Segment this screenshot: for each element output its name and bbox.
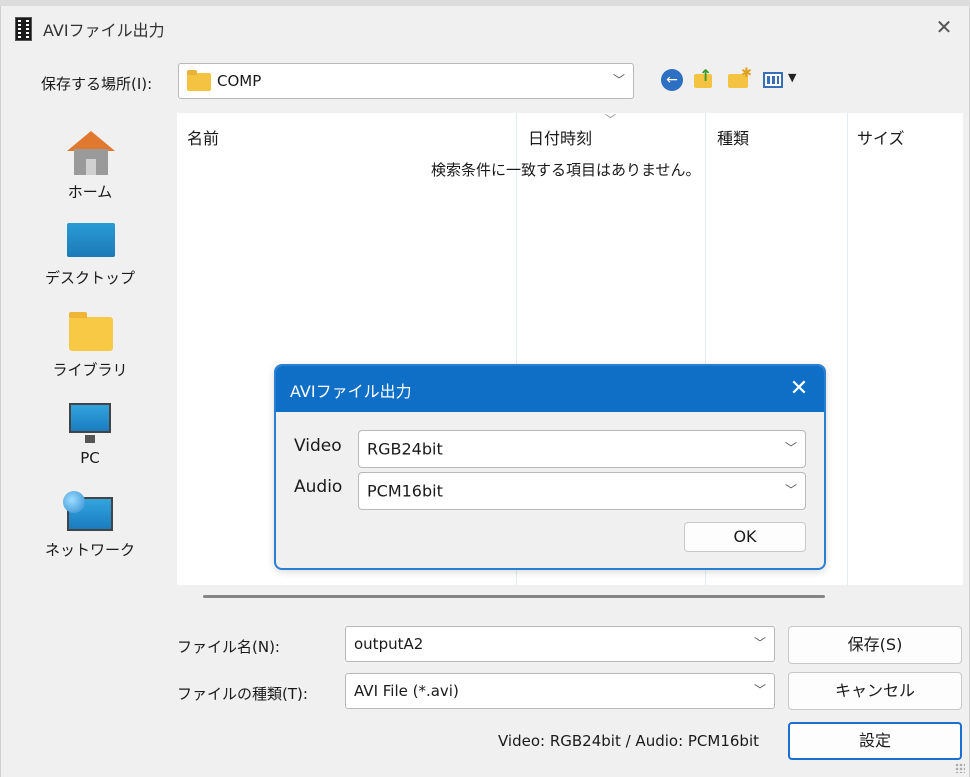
library-icon — [69, 312, 113, 351]
place-home[interactable]: ホーム — [27, 123, 167, 203]
back-button[interactable]: ← — [658, 66, 686, 94]
place-label: ライブラリ — [52, 361, 128, 379]
video-format-select[interactable]: RGB24bit ﹀ — [358, 430, 806, 468]
resize-grip[interactable] — [955, 763, 965, 773]
save-location-value: COMP — [217, 72, 262, 90]
close-button[interactable]: ✕ — [931, 14, 957, 40]
audio-label: Audio — [294, 477, 343, 497]
home-icon — [67, 131, 115, 175]
chevron-down-icon: ﹀ — [784, 440, 797, 455]
chevron-down-icon: ﹀ — [753, 635, 766, 650]
back-icon: ← — [661, 69, 683, 91]
place-pc[interactable]: PC — [27, 397, 167, 477]
horizontal-scrollbar[interactable] — [203, 595, 825, 598]
cancel-button[interactable]: キャンセル — [788, 672, 962, 710]
place-label: PC — [80, 449, 100, 467]
up-folder-button[interactable]: ↑ — [690, 66, 718, 94]
place-label: デスクトップ — [44, 269, 135, 287]
column-header-name[interactable]: 名前 — [187, 125, 219, 149]
pc-icon — [69, 403, 111, 443]
new-folder-button[interactable]: ✱ — [724, 66, 752, 94]
place-library[interactable]: ライブラリ — [27, 305, 167, 385]
dialog-title-bar: AVIファイル出力 ✕ — [276, 366, 824, 412]
folder-icon — [187, 70, 211, 91]
column-divider — [847, 113, 848, 585]
film-icon — [15, 17, 32, 41]
column-header-size[interactable]: サイズ — [857, 125, 905, 149]
save-button[interactable]: 保存(S) — [788, 626, 962, 664]
settings-button[interactable]: 設定 — [788, 722, 962, 760]
codec-status-text: Video: RGB24bit / Audio: PCM16bit — [498, 732, 760, 750]
save-location-combo[interactable]: COMP ﹀ — [178, 63, 634, 99]
view-menu-icon — [763, 72, 783, 88]
file-name-label: ファイル名(N): — [177, 638, 280, 656]
window-title: AVIファイル出力 — [43, 21, 165, 40]
sort-chevron-icon: ﹀ — [605, 113, 616, 126]
network-icon — [63, 491, 113, 531]
chevron-down-icon: ﹀ — [753, 682, 766, 697]
file-type-value: AVI File (*.avi) — [354, 682, 459, 700]
audio-format-value: PCM16bit — [367, 481, 443, 501]
dialog-close-button[interactable]: ✕ — [784, 374, 814, 404]
file-type-select[interactable]: AVI File (*.avi) ﹀ — [345, 673, 775, 709]
place-desktop[interactable]: デスクトップ — [27, 213, 167, 293]
file-type-label: ファイルの種類(T): — [177, 685, 308, 703]
place-network[interactable]: ネットワーク — [27, 487, 167, 567]
file-name-input[interactable]: outputA2 ﹀ — [345, 626, 775, 662]
video-label: Video — [294, 436, 342, 456]
chevron-down-icon: ﹀ — [612, 72, 625, 87]
column-header-type[interactable]: 種類 — [717, 125, 749, 149]
avi-settings-dialog: AVIファイル出力 ✕ Video RGB24bit ﹀ Audio PCM16… — [274, 364, 826, 570]
title-bar: AVIファイル出力 ✕ — [1, 6, 969, 48]
file-name-value: outputA2 — [354, 635, 424, 653]
view-menu-button[interactable]: ▼ — [761, 66, 801, 94]
dropdown-arrow-icon: ▼ — [788, 71, 797, 84]
save-dialog-window: AVIファイル出力 ✕ 保存する場所(I): COMP ﹀ ← ↑ ✱ ▼ ホー… — [0, 6, 970, 777]
place-label: ホーム — [67, 183, 113, 201]
column-header-date[interactable]: 日付時刻 — [528, 125, 592, 149]
chevron-down-icon: ﹀ — [784, 482, 797, 497]
dialog-title: AVIファイル出力 — [290, 382, 412, 401]
desktop-icon — [67, 223, 115, 257]
empty-list-message: 検索条件に一致する項目はありません。 — [431, 161, 701, 179]
save-in-label: 保存する場所(I): — [41, 75, 153, 93]
ok-button[interactable]: OK — [684, 522, 806, 552]
place-label: ネットワーク — [44, 541, 135, 559]
video-format-value: RGB24bit — [367, 439, 443, 459]
audio-format-select[interactable]: PCM16bit ﹀ — [358, 472, 806, 510]
places-bar: ホーム デスクトップ ライブラリ PC ネットワーク — [27, 113, 167, 716]
